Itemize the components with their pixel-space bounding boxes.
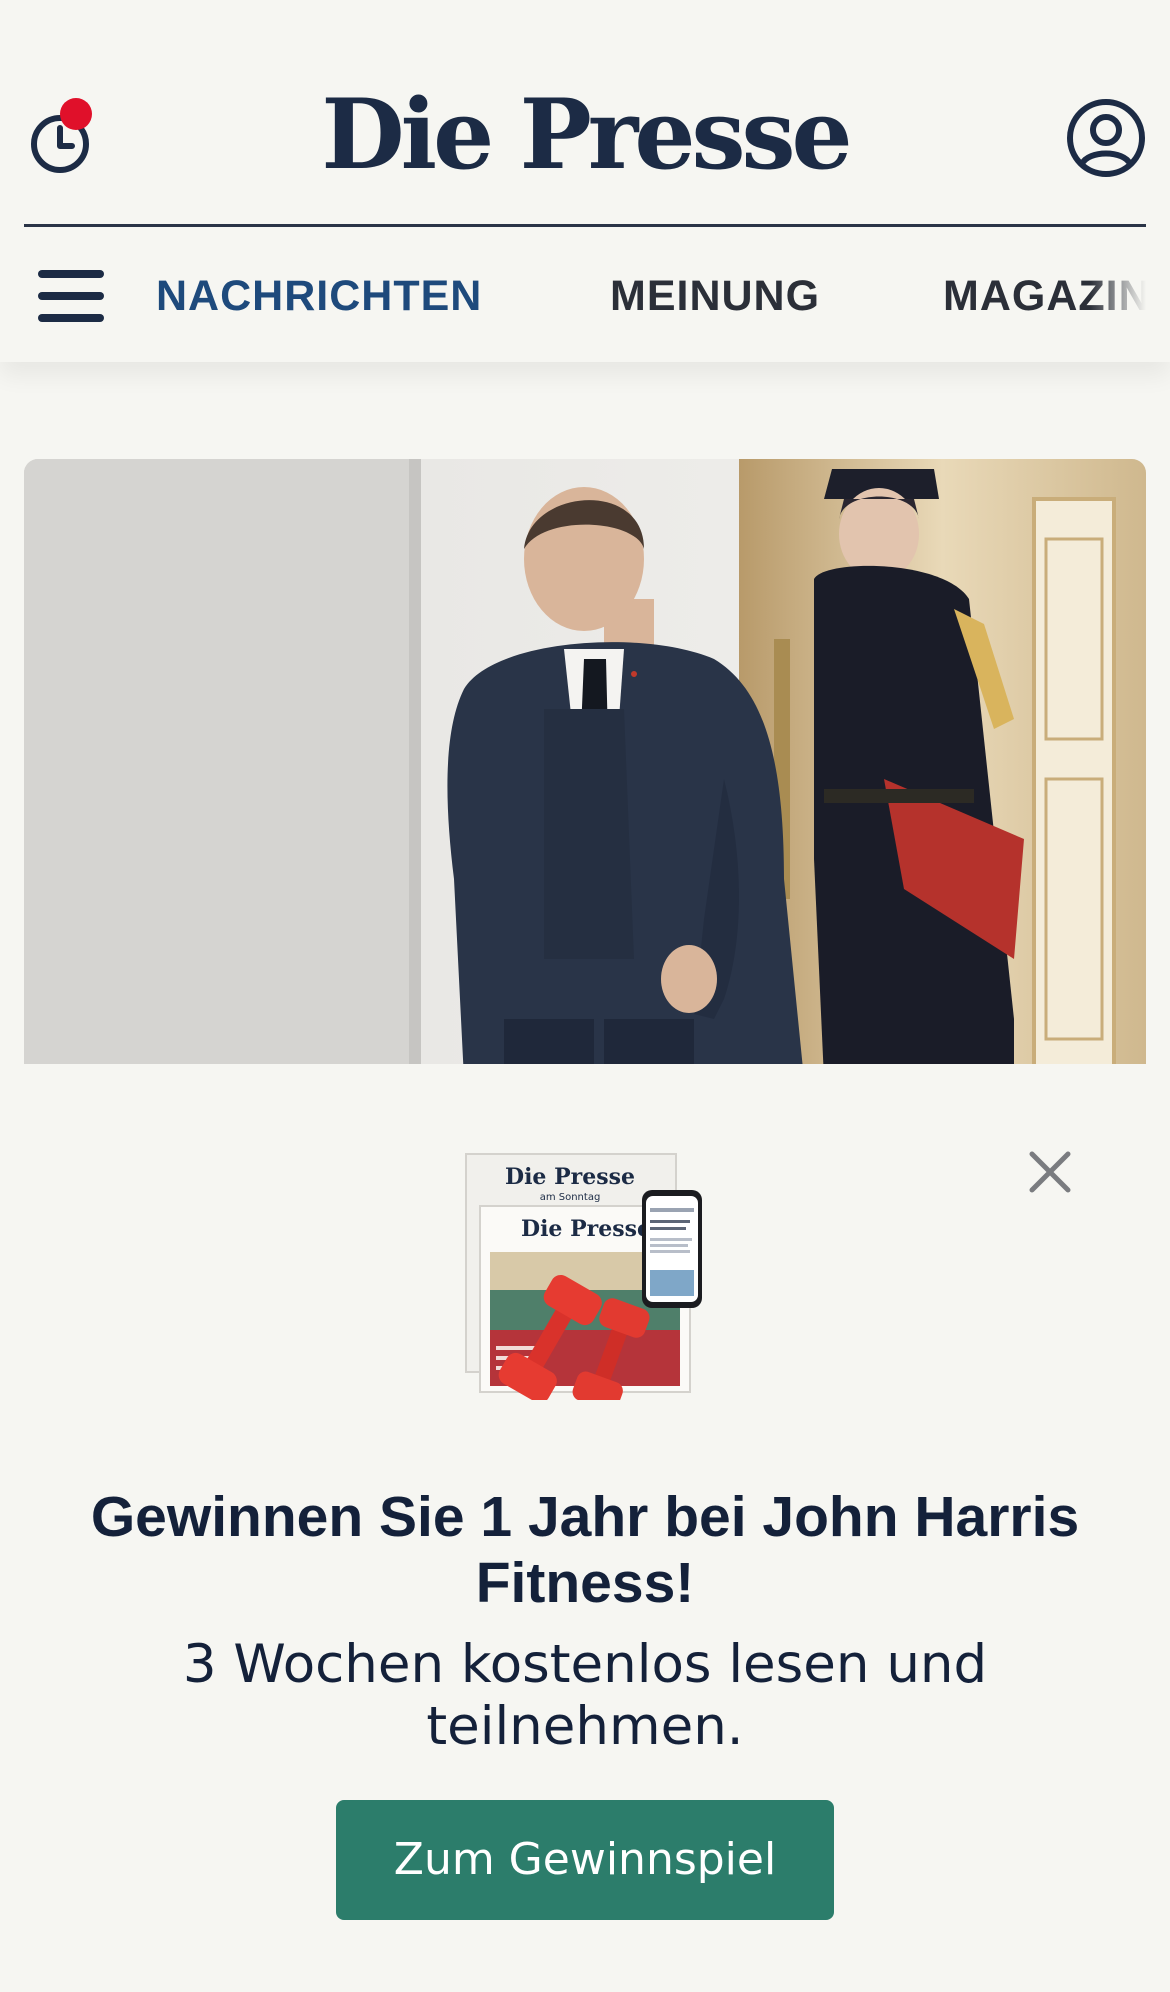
nav-scroll-fade — [1090, 250, 1170, 350]
close-button[interactable] — [1026, 1148, 1074, 1196]
page: Die Presse NACHRICHTEN MEINUNG MAGAZIN D… — [0, 0, 1170, 1992]
hero-photo — [24, 459, 1146, 1079]
promo-subtitle: 3 Wochen kostenlos lesen und teilnehmen. — [182, 1634, 988, 1757]
account-button[interactable] — [1064, 96, 1148, 180]
promo-title: Gewinnen Sie 1 Jahr bei John Harris Fitn… — [90, 1485, 1080, 1615]
hero-image[interactable] — [24, 459, 1146, 1079]
site-header: Die Presse NACHRICHTEN MEINUNG MAGAZIN — [0, 0, 1170, 362]
brand-logo[interactable]: Die Presse — [0, 80, 1170, 190]
promo-illustration: Die Presse am Sonntag Die Presse — [462, 1150, 716, 1412]
paper-back-title: Die Presse — [505, 1164, 635, 1190]
close-icon — [1029, 1151, 1071, 1193]
paper-front-title: Die Presse — [521, 1216, 651, 1242]
tab-nachrichten[interactable]: NACHRICHTEN — [156, 268, 482, 324]
cta-button[interactable]: Zum Gewinnspiel — [336, 1800, 834, 1920]
paper-back-subtitle: am Sonntag — [540, 1192, 601, 1203]
tab-meinung[interactable]: MEINUNG — [610, 268, 820, 324]
header-divider — [24, 224, 1146, 227]
menu-button[interactable] — [38, 268, 106, 324]
account-icon — [1067, 99, 1145, 177]
